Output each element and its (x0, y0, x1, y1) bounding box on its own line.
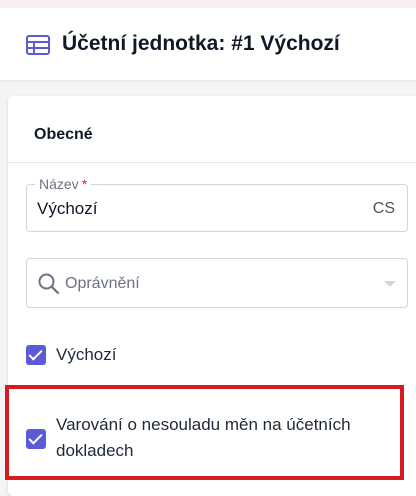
table-icon (26, 35, 50, 55)
chevron-down-icon[interactable] (384, 281, 396, 287)
name-label-text: Název (39, 176, 79, 192)
permissions-placeholder: Oprávnění (65, 275, 140, 292)
name-field[interactable]: Název * Výchozí CS (26, 175, 408, 232)
name-field-label: Název * (35, 175, 92, 193)
section-divider (8, 162, 416, 163)
permissions-select[interactable]: Oprávnění (26, 258, 408, 308)
currency-warning-checkbox-label: Varování o nesouladu měn na účetních dok… (56, 415, 351, 460)
default-checkbox-row[interactable]: Výchozí (26, 342, 116, 368)
name-field-value[interactable]: Výchozí (37, 199, 97, 219)
required-mark: * (81, 176, 88, 192)
default-checkbox-label: Výchozí (56, 345, 117, 364)
default-checkbox[interactable] (26, 345, 46, 365)
currency-warning-checkbox-row[interactable]: Varování o nesouladu měn na účetních dok… (26, 412, 386, 464)
section-title: Obecné (34, 126, 93, 143)
top-strip (0, 0, 416, 8)
currency-warning-checkbox[interactable] (26, 429, 46, 449)
search-icon (37, 272, 61, 296)
language-badge[interactable]: CS (373, 200, 395, 218)
page-header: Účetní jednotka: #1 Výchozí (0, 8, 416, 80)
page-title: Účetní jednotka: #1 Výchozí (62, 32, 340, 55)
form-card: Obecné Název * Výchozí CS Oprávnění Výcho… (8, 96, 416, 496)
